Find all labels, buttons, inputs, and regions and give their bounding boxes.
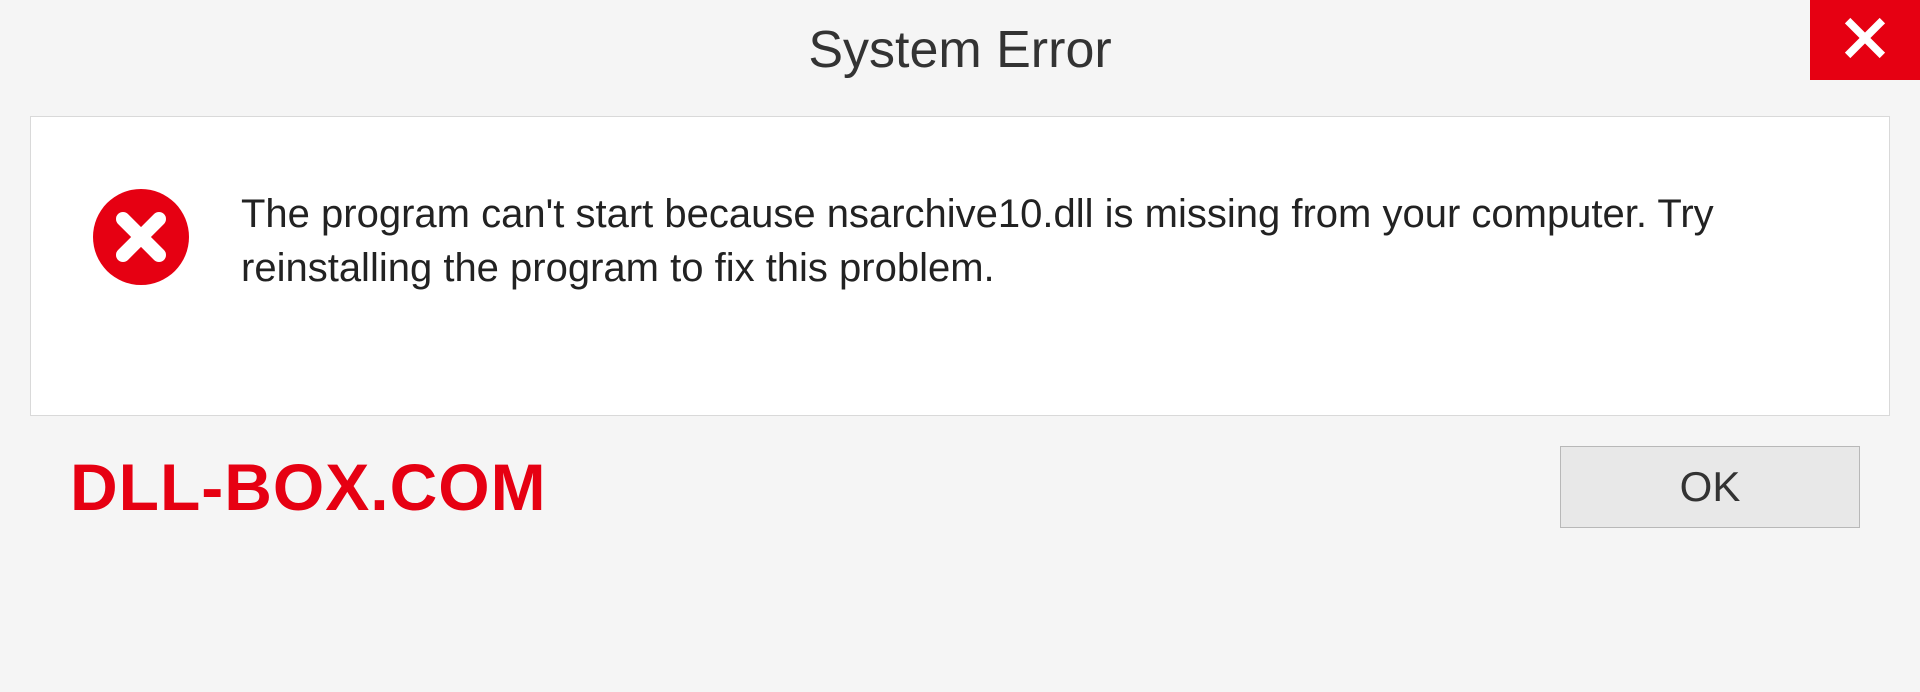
ok-button[interactable]: OK bbox=[1560, 446, 1860, 528]
error-message: The program can't start because nsarchiv… bbox=[241, 187, 1791, 295]
close-button[interactable] bbox=[1810, 0, 1920, 80]
watermark-text: DLL-BOX.COM bbox=[70, 449, 547, 525]
content-panel: The program can't start because nsarchiv… bbox=[30, 116, 1890, 416]
error-icon bbox=[91, 187, 191, 287]
close-icon bbox=[1843, 16, 1887, 65]
footer-bar: DLL-BOX.COM OK bbox=[30, 416, 1890, 528]
dialog-title: System Error bbox=[808, 20, 1111, 80]
system-error-dialog: System Error The program can't start bec… bbox=[0, 0, 1920, 692]
titlebar: System Error bbox=[0, 0, 1920, 100]
